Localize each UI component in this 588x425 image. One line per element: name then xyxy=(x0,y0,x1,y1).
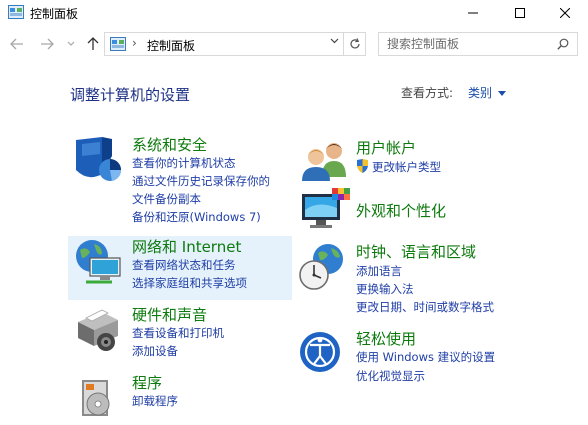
view-by-value: 类别 xyxy=(468,86,493,100)
category-link[interactable]: 备份和还原(Windows 7) xyxy=(132,209,261,225)
appearance-monitor-icon[interactable] xyxy=(298,188,354,236)
ease-of-access-icon[interactable] xyxy=(298,330,354,378)
close-button[interactable] xyxy=(542,0,588,26)
caret-down-icon xyxy=(498,91,507,96)
refresh-icon xyxy=(349,38,360,49)
category-link[interactable]: 选择家庭组和共享选项 xyxy=(132,275,247,291)
category-link[interactable]: 查看设备和打印机 xyxy=(132,325,224,341)
category-link[interactable]: 更改帐户类型 xyxy=(356,159,441,175)
category-link[interactable]: 优化视觉显示 xyxy=(356,368,425,384)
clock-globe-icon[interactable] xyxy=(298,243,354,291)
category-link[interactable]: 卸载程序 xyxy=(132,393,178,409)
programs-icon[interactable] xyxy=(72,374,128,422)
network-globe-icon[interactable] xyxy=(72,238,128,286)
category-title[interactable]: 系统和安全 xyxy=(132,134,207,155)
address-bar[interactable]: › 控制面板 xyxy=(104,32,344,56)
category-link[interactable]: 查看你的计算机状态 xyxy=(132,155,236,171)
search-icon[interactable] xyxy=(557,38,569,50)
minimize-icon xyxy=(468,12,478,14)
category-title[interactable]: 用户帐户 xyxy=(356,137,416,158)
category-title[interactable]: 程序 xyxy=(132,372,162,393)
category-title[interactable]: 硬件和声音 xyxy=(132,304,207,325)
breadcrumb-separator: › xyxy=(132,36,137,50)
uac-shield-icon xyxy=(357,159,368,173)
category-title[interactable]: 网络和 Internet xyxy=(132,236,241,257)
category-link[interactable]: 查看网络状态和任务 xyxy=(132,257,236,273)
category-link[interactable]: 更换输入法 xyxy=(356,281,414,297)
category-title[interactable]: 外观和个性化 xyxy=(356,200,446,221)
back-button[interactable] xyxy=(8,36,26,52)
printer-icon[interactable] xyxy=(72,306,128,354)
chevron-down-icon xyxy=(67,41,75,46)
window-title: 控制面板 xyxy=(30,7,79,21)
shield-icon[interactable] xyxy=(72,136,128,184)
users-icon[interactable] xyxy=(298,139,354,187)
category-link[interactable]: 添加语言 xyxy=(356,263,402,279)
arrow-right-icon xyxy=(41,38,54,50)
category-title[interactable]: 时钟、语言和区域 xyxy=(356,241,476,262)
arrow-left-icon xyxy=(10,38,23,50)
view-by-dropdown[interactable]: 类别 xyxy=(468,84,507,101)
category-link[interactable]: 添加设备 xyxy=(132,343,178,359)
recent-locations-button[interactable] xyxy=(62,36,80,52)
title-bar: 控制面板 xyxy=(0,0,588,26)
refresh-button[interactable] xyxy=(344,32,366,56)
category-link-text: 更改帐户类型 xyxy=(372,160,441,174)
category-link[interactable]: 更改日期、时间或数字格式 xyxy=(356,299,494,315)
breadcrumb-item[interactable]: 控制面板 xyxy=(147,37,195,54)
maximize-icon xyxy=(515,8,525,18)
category-link[interactable]: 通过文件历史记录保存你的 xyxy=(132,173,270,189)
maximize-button[interactable] xyxy=(497,0,543,26)
arrow-up-icon xyxy=(87,37,99,50)
forward-button[interactable] xyxy=(38,36,56,52)
control-panel-icon xyxy=(110,37,126,51)
up-button[interactable] xyxy=(84,36,102,52)
address-dropdown-button[interactable] xyxy=(330,36,339,47)
search-box[interactable] xyxy=(378,32,578,56)
category-link[interactable]: 使用 Windows 建议的设置 xyxy=(356,349,495,365)
control-panel-icon xyxy=(8,5,24,19)
category-title[interactable]: 轻松使用 xyxy=(356,328,416,349)
chevron-down-icon xyxy=(330,38,339,44)
minimize-button[interactable] xyxy=(450,0,496,26)
navigation-bar: › 控制面板 xyxy=(0,28,588,60)
category-link[interactable]: 文件备份副本 xyxy=(132,191,201,207)
search-input[interactable] xyxy=(379,33,553,55)
view-by-label: 查看方式: xyxy=(401,86,454,100)
close-icon xyxy=(560,8,570,18)
page-title: 调整计算机的设置 xyxy=(70,86,191,104)
